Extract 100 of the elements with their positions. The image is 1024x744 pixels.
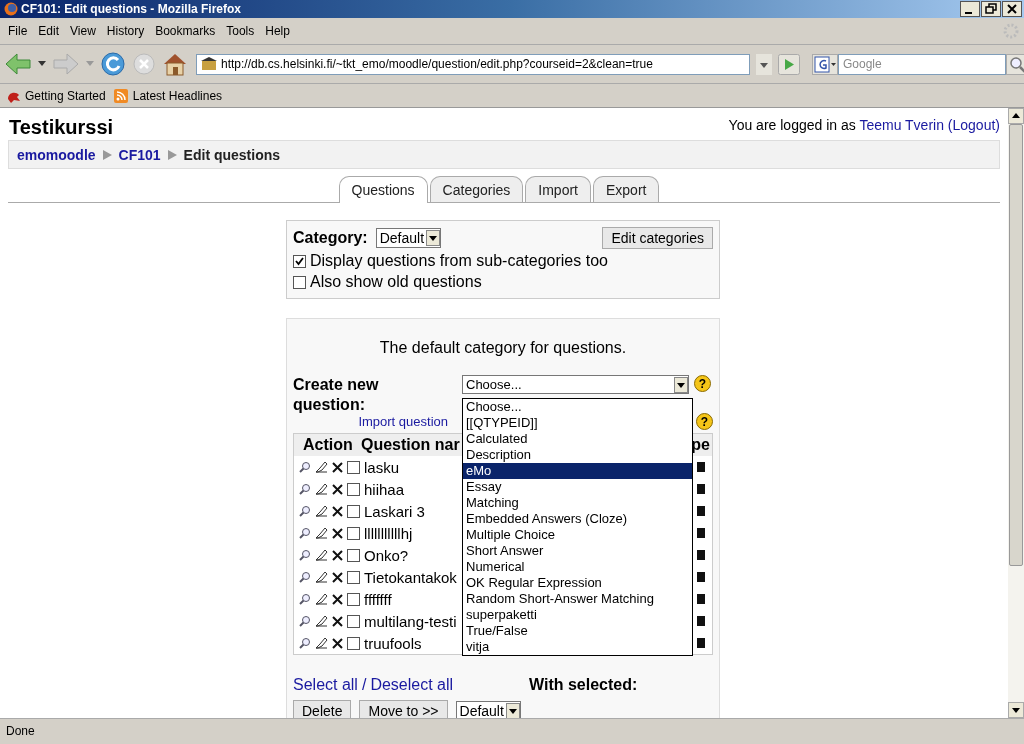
- menu-item[interactable]: Bookmarks: [151, 24, 223, 38]
- edit-categories-button[interactable]: Edit categories: [602, 227, 713, 249]
- dropdown-option[interactable]: Matching: [463, 495, 692, 511]
- help-icon[interactable]: ?: [694, 375, 711, 392]
- minimize-icon[interactable]: [960, 1, 980, 17]
- preview-icon[interactable]: [299, 527, 311, 539]
- menu-item[interactable]: History: [102, 24, 152, 38]
- dropdown-option[interactable]: Calculated: [463, 431, 692, 447]
- menu-item[interactable]: Edit: [34, 24, 67, 38]
- dropdown-option[interactable]: Short Answer: [463, 543, 692, 559]
- deselect-all-link[interactable]: Deselect all: [370, 676, 454, 694]
- home-icon[interactable]: [162, 52, 188, 76]
- checkbox[interactable]: [293, 275, 306, 289]
- dropdown-option[interactable]: Embedded Answers (Cloze): [463, 511, 692, 527]
- checkbox[interactable]: [347, 526, 360, 540]
- scroll-up-icon[interactable]: [1008, 108, 1024, 124]
- delete-icon[interactable]: [332, 483, 343, 495]
- with-selected-label: With selected:: [529, 676, 638, 694]
- menu-item[interactable]: Tools: [222, 24, 262, 38]
- breadcrumb-link[interactable]: emomoodle: [17, 146, 96, 163]
- close-icon[interactable]: [1002, 1, 1022, 17]
- bookmark-item[interactable]: Latest Headlines: [113, 88, 223, 103]
- help-icon[interactable]: ?: [696, 413, 713, 430]
- scroll-thumb[interactable]: [1009, 124, 1023, 566]
- checkbox[interactable]: [347, 504, 360, 518]
- checkbox[interactable]: [293, 254, 306, 268]
- menu-item[interactable]: Help: [261, 24, 297, 38]
- tab[interactable]: Questions: [338, 176, 428, 203]
- checkbox[interactable]: [347, 614, 360, 628]
- checkbox[interactable]: [347, 636, 360, 650]
- delete-icon[interactable]: [332, 461, 343, 473]
- dropdown-option[interactable]: Essay: [463, 479, 692, 495]
- edit-icon[interactable]: [315, 615, 328, 627]
- dropdown-option[interactable]: Multiple Choice: [463, 527, 692, 543]
- address-field[interactable]: http://db.cs.helsinki.fi/~tkt_emo/moodle/question/edit.php?courseid=2&clean=true: [196, 53, 750, 75]
- edit-icon[interactable]: [315, 593, 328, 605]
- preview-icon[interactable]: [299, 571, 311, 583]
- tab[interactable]: Categories: [429, 176, 524, 202]
- search-icon[interactable]: [1006, 53, 1024, 75]
- question-name: lasku: [364, 458, 400, 476]
- firefox-icon: [4, 2, 18, 16]
- preview-icon[interactable]: [299, 549, 311, 561]
- import-question-link[interactable]: Import question: [358, 414, 448, 429]
- checkbox[interactable]: [347, 592, 360, 606]
- preview-icon[interactable]: [299, 461, 311, 473]
- scroll-down-icon[interactable]: [1008, 702, 1024, 718]
- edit-icon[interactable]: [315, 505, 328, 517]
- logout-link[interactable]: (Logout): [947, 117, 1000, 133]
- action-button[interactable]: Move to >>: [359, 700, 448, 718]
- preview-icon[interactable]: [299, 483, 311, 495]
- checkbox[interactable]: [347, 548, 360, 562]
- tab[interactable]: Export: [593, 176, 660, 202]
- checkbox[interactable]: [347, 482, 360, 496]
- preview-icon[interactable]: [299, 593, 311, 605]
- tab[interactable]: Import: [525, 176, 591, 202]
- dropdown-option[interactable]: superpaketti: [463, 607, 692, 623]
- menu-item[interactable]: File: [4, 24, 35, 38]
- checkbox[interactable]: [347, 570, 360, 584]
- delete-icon[interactable]: [332, 571, 343, 583]
- preview-icon[interactable]: [299, 505, 311, 517]
- move-target-select[interactable]: Default: [455, 701, 521, 718]
- select-all-link[interactable]: Select all: [293, 676, 358, 694]
- checkbox[interactable]: [347, 460, 360, 474]
- user-link[interactable]: Teemu Tverin: [859, 117, 944, 133]
- menu-item[interactable]: View: [66, 24, 103, 38]
- dropdown-option[interactable]: [[QTYPEID]]: [463, 415, 692, 431]
- reload-icon[interactable]: [100, 51, 126, 77]
- delete-icon[interactable]: [332, 549, 343, 561]
- dropdown-option[interactable]: eMo: [463, 463, 692, 479]
- search-engine-icon[interactable]: [812, 53, 838, 75]
- bookmark-item[interactable]: Getting Started: [6, 88, 106, 103]
- dropdown-button[interactable]: [756, 53, 772, 75]
- edit-icon[interactable]: [315, 527, 328, 539]
- edit-icon[interactable]: [315, 571, 328, 583]
- edit-icon[interactable]: [315, 637, 328, 649]
- delete-icon[interactable]: [332, 527, 343, 539]
- dropdown-option[interactable]: vitja: [463, 639, 692, 655]
- delete-icon[interactable]: [332, 505, 343, 517]
- preview-icon[interactable]: [299, 637, 311, 649]
- delete-icon[interactable]: [332, 615, 343, 627]
- delete-icon[interactable]: [332, 593, 343, 605]
- breadcrumb-link[interactable]: CF101: [118, 146, 161, 163]
- dropdown-option[interactable]: OK Regular Expression: [463, 575, 692, 591]
- preview-icon[interactable]: [299, 615, 311, 627]
- dropdown-option[interactable]: Choose...: [463, 399, 692, 415]
- question-type-select[interactable]: Choose...: [462, 375, 689, 394]
- dropdown-option[interactable]: Random Short-Answer Matching: [463, 591, 692, 607]
- dropdown-option[interactable]: Numerical: [463, 559, 692, 575]
- search-field[interactable]: Google: [838, 53, 1006, 75]
- dropdown-option[interactable]: True/False: [463, 623, 692, 639]
- edit-icon[interactable]: [315, 483, 328, 495]
- action-button[interactable]: Delete: [293, 700, 352, 718]
- edit-icon[interactable]: [315, 549, 328, 561]
- edit-icon[interactable]: [315, 461, 328, 473]
- restore-icon[interactable]: [981, 1, 1001, 17]
- category-select[interactable]: Default: [375, 228, 442, 248]
- delete-icon[interactable]: [332, 637, 343, 649]
- dropdown-caret-icon[interactable]: [38, 61, 46, 67]
- scrollbar[interactable]: [1008, 108, 1024, 718]
- dropdown-option[interactable]: Description: [463, 447, 692, 463]
